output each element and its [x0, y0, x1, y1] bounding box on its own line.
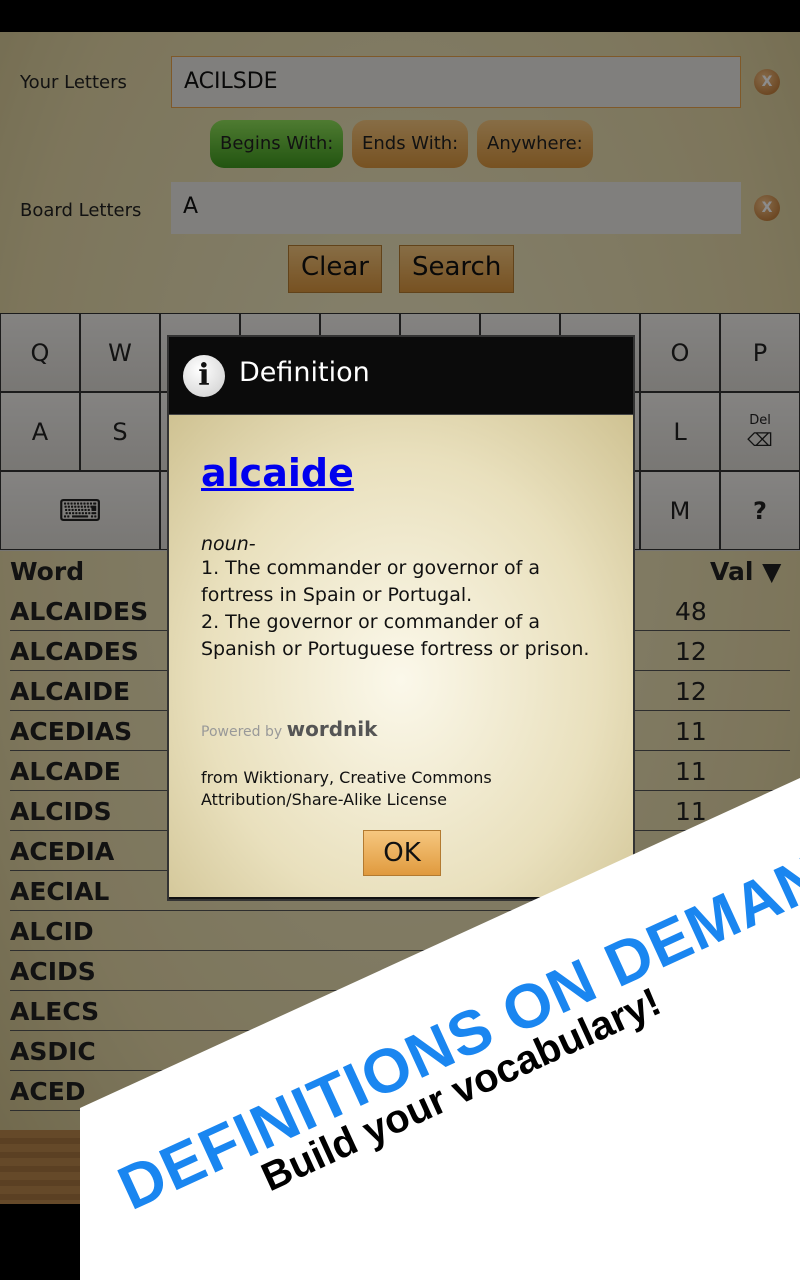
powered-by-text: Powered by — [201, 724, 283, 740]
wordnik-logo: wordnik — [286, 717, 378, 741]
source-license: from Wiktionary, Creative Commons Attrib… — [201, 768, 492, 809]
definition-2: 2. The governor or commander of a Spanis… — [201, 611, 590, 660]
dialog-title-bar: i Definition — [169, 337, 633, 415]
dialog-body: alcaide noun- 1. The commander or govern… — [169, 415, 633, 897]
info-icon: i — [183, 355, 225, 397]
word-link[interactable]: alcaide — [201, 451, 601, 495]
ok-button[interactable]: OK — [363, 830, 441, 876]
wordnik-attribution: Powered by wordnik — [201, 717, 601, 741]
part-of-speech: noun- — [201, 533, 256, 555]
dialog-title: Definition — [239, 357, 370, 388]
definition-dialog: i Definition alcaide noun- 1. The comman… — [167, 335, 635, 901]
definition-1: 1. The commander or governor of a fortre… — [201, 557, 541, 606]
